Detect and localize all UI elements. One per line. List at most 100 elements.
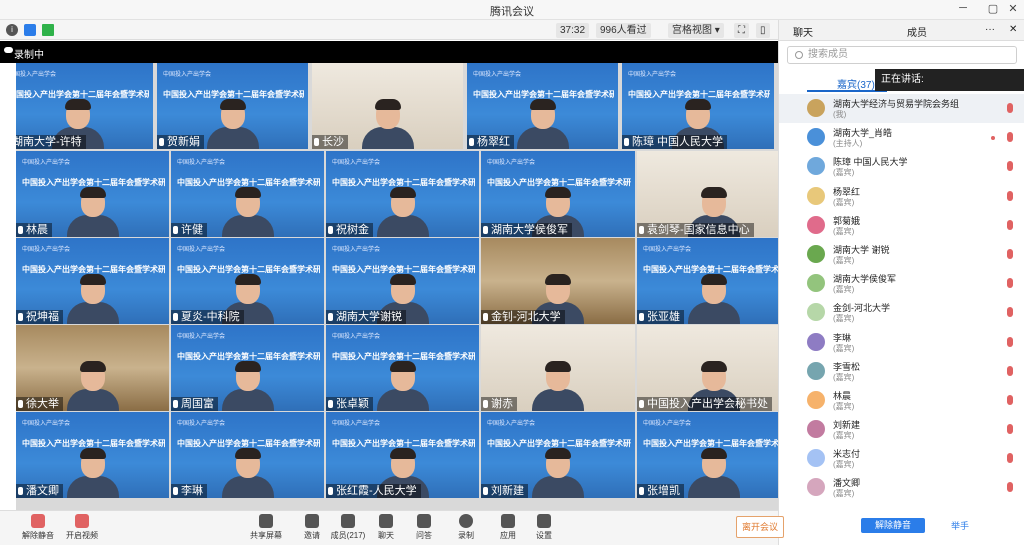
member-row[interactable]: 刘新建 (嘉宾) <box>779 415 1024 444</box>
view-mode-button[interactable]: 宫格视图 ▾ <box>668 23 724 38</box>
viewers-count[interactable]: 996人看过 <box>596 23 651 38</box>
video-tile[interactable]: 中国投入产出学会中国投入产出学会第十二届年会暨学术研讨会林晨 <box>16 151 169 237</box>
member-row[interactable]: 湖南大学 谢锐 (嘉宾) <box>779 240 1024 269</box>
member-row[interactable]: 金剑-河北大学 (嘉宾) <box>779 298 1024 327</box>
participant-name: 许健 <box>181 224 203 236</box>
avatar <box>807 420 825 439</box>
video-tile[interactable]: 中国投入产出学会中国投入产出学会第十二届年会暨学术研讨会夏炎-中科院 <box>171 238 324 324</box>
member-role: (我) <box>833 110 847 119</box>
more-icon[interactable]: ··· <box>985 24 995 35</box>
slide-logo: 中国投入产出学会 <box>487 160 536 166</box>
video-tile[interactable]: 中国投入产出学会中国投入产出学会第十二届年会暨学术研讨会张红霞-人民大学 <box>326 412 479 498</box>
video-tile[interactable]: 中国投入产出学会中国投入产出学会第十二届年会暨学术研讨会祝坤福 <box>16 238 169 324</box>
video-tile[interactable]: 中国投入产出学会中国投入产出学会第十二届年会暨学术研讨会杨翠红 <box>467 63 618 149</box>
mic-off-icon[interactable] <box>1007 161 1013 172</box>
mic-off-icon[interactable] <box>1007 482 1013 493</box>
signal-icon[interactable] <box>42 24 54 36</box>
avatar <box>807 215 825 234</box>
mic-off-icon[interactable] <box>1007 365 1013 376</box>
chat-button[interactable]: 聊天 <box>366 514 406 541</box>
slide-logo: 中国投入产出学会 <box>332 160 381 166</box>
member-row[interactable]: 郭菊娥 (嘉宾) <box>779 211 1024 240</box>
video-tile[interactable]: 袁剑琴-国家信息中心 <box>637 151 790 237</box>
sidebar-toggle-icon[interactable]: ▯ <box>756 23 770 38</box>
unmute-all-button[interactable]: 解除静音 <box>861 518 925 533</box>
apps-button[interactable]: 应用 <box>488 514 528 541</box>
mic-off-icon[interactable] <box>1007 336 1013 347</box>
slide-logo: 中国投入产出学会 <box>22 160 71 166</box>
video-tile[interactable]: 中国投入产出学会中国投入产出学会第十二届年会暨学术研讨会湖南大学-许特 <box>2 63 153 149</box>
video-tile[interactable]: 中国投入产出学会中国投入产出学会第十二届年会暨学术研讨会许健 <box>171 151 324 237</box>
video-tile[interactable]: 徐大举 <box>16 325 169 411</box>
video-tile[interactable]: 中国投入产出学会中国投入产出学会第十二届年会暨学术研讨会湖南大学谢锐 <box>326 238 479 324</box>
mic-icon <box>624 138 629 146</box>
participant-video <box>373 359 433 411</box>
member-row[interactable]: 潘文卿 (嘉宾) <box>779 473 1024 502</box>
invite-button[interactable]: 邀请 <box>292 514 332 541</box>
video-tile[interactable]: 谢赤 <box>481 325 635 411</box>
video-tile[interactable]: 长沙 <box>312 63 463 149</box>
video-tile[interactable]: 金钊-河北大学 <box>481 238 635 324</box>
video-tile[interactable]: 中国投入产出学会 中国投入产出学会第十二届年会暨学术研讨会 刘新建 <box>481 412 635 498</box>
tab-guests[interactable]: 嘉宾(37) <box>837 76 875 91</box>
mic-off-icon[interactable] <box>1007 248 1013 259</box>
video-tile[interactable]: 中国投入产出学会秘书处 <box>637 325 790 411</box>
participant-label: 祝树金 <box>326 223 373 237</box>
member-search-input[interactable]: 搜索成员 <box>787 46 1017 64</box>
mic-off-icon[interactable] <box>1007 453 1013 464</box>
avatar <box>807 128 825 147</box>
participant-label: 张卓颖 <box>326 397 373 411</box>
member-role: (嘉宾) <box>833 314 855 324</box>
video-tile[interactable]: 中国投入产出学会中国投入产出学会第十二届年会暨学术研讨会周国富 <box>171 325 324 411</box>
qa-button[interactable]: 问答 <box>404 514 444 541</box>
window-title: 腾讯会议 <box>490 6 534 18</box>
close-icon[interactable]: ✕ <box>1006 2 1020 15</box>
shield-icon[interactable] <box>24 24 36 36</box>
mic-off-icon[interactable] <box>1007 278 1013 289</box>
video-tile[interactable]: 中国投入产出学会 中国投入产出学会第十二届年会暨学术研讨会 湖南大学侯俊军 <box>481 151 635 237</box>
settings-button[interactable]: 设置 <box>524 514 564 541</box>
member-row[interactable]: 湖南大学侯俊军 (嘉宾) <box>779 269 1024 298</box>
member-row[interactable]: 米志付 (嘉宾) <box>779 444 1024 473</box>
video-tile[interactable]: 中国投入产出学会中国投入产出学会第十二届年会暨学术研讨会祝树金 <box>326 151 479 237</box>
restore-icon[interactable]: ▢ <box>986 2 1000 15</box>
mic-off-icon[interactable] <box>1007 424 1013 435</box>
mic-off-icon[interactable] <box>1007 307 1013 318</box>
member-row[interactable]: 李雪松 (嘉宾) <box>779 357 1024 386</box>
video-tile[interactable]: 中国投入产出学会中国投入产出学会第十二届年会暨学术研讨会李琳 <box>171 412 324 498</box>
mic-off-icon[interactable] <box>1007 132 1013 143</box>
member-row-self[interactable]: 湖南大学经济与贸易学院会务组 (我) <box>779 94 1024 124</box>
member-row[interactable]: 陈璋 中国人民大学 (嘉宾) <box>779 152 1024 181</box>
unmute-button[interactable]: 解除静音 <box>18 514 58 541</box>
mic-off-icon[interactable] <box>1007 394 1013 405</box>
member-role: (嘉宾) <box>833 226 855 236</box>
mic-off-icon[interactable] <box>1007 190 1013 201</box>
fullscreen-icon[interactable]: ⛶ <box>734 23 749 38</box>
tab-chat[interactable]: 聊天 <box>793 24 813 39</box>
close-panel-icon[interactable]: ✕ <box>1009 24 1017 35</box>
members-button[interactable]: 成员(217) <box>328 514 368 541</box>
member-row[interactable]: 湖南大学_肖皓 (主持人) <box>779 123 1024 152</box>
video-tile[interactable]: 中国投入产出学会中国投入产出学会第十二届年会暨学术研讨会张卓颖 <box>326 325 479 411</box>
record-button[interactable]: 录制 <box>446 514 486 541</box>
participant-video <box>373 185 433 237</box>
member-row[interactable]: 杨翠红 (嘉宾) <box>779 182 1024 211</box>
member-row[interactable]: 李琳 (嘉宾) <box>779 328 1024 357</box>
chat-label: 聊天 <box>378 531 394 540</box>
share-screen-button[interactable]: 共享屏幕 <box>246 514 286 541</box>
video-tile[interactable]: 中国投入产出学会中国投入产出学会第十二届年会暨学术研讨会贺新娟 <box>157 63 308 149</box>
mic-off-icon[interactable] <box>1007 103 1013 113</box>
tab-members[interactable]: 成员 <box>907 24 927 39</box>
video-tile[interactable]: 中国投入产出学会中国投入产出学会第十二届年会暨学术研讨会张增凯 <box>637 412 790 498</box>
member-row[interactable]: 林晨 (嘉宾) <box>779 386 1024 415</box>
video-tile[interactable]: 中国投入产出学会中国投入产出学会第十二届年会暨学术研讨会潘文卿 <box>16 412 169 498</box>
mic-off-icon[interactable] <box>1007 219 1013 230</box>
minimize-icon[interactable]: ─ <box>956 2 970 14</box>
start-video-button[interactable]: 开启视频 <box>62 514 102 541</box>
raise-hand-button[interactable]: 举手 <box>951 519 969 532</box>
video-tile[interactable]: 中国投入产出学会中国投入产出学会第十二届年会暨学术研讨会张亚雄 <box>637 238 790 324</box>
gear-icon <box>537 514 551 528</box>
leave-meeting-button[interactable]: 离开会议 <box>736 516 784 538</box>
video-tile[interactable]: 中国投入产出学会中国投入产出学会第十二届年会暨学术研讨会陈璋 中国人民大学 <box>622 63 774 149</box>
info-icon[interactable]: i <box>6 24 18 36</box>
